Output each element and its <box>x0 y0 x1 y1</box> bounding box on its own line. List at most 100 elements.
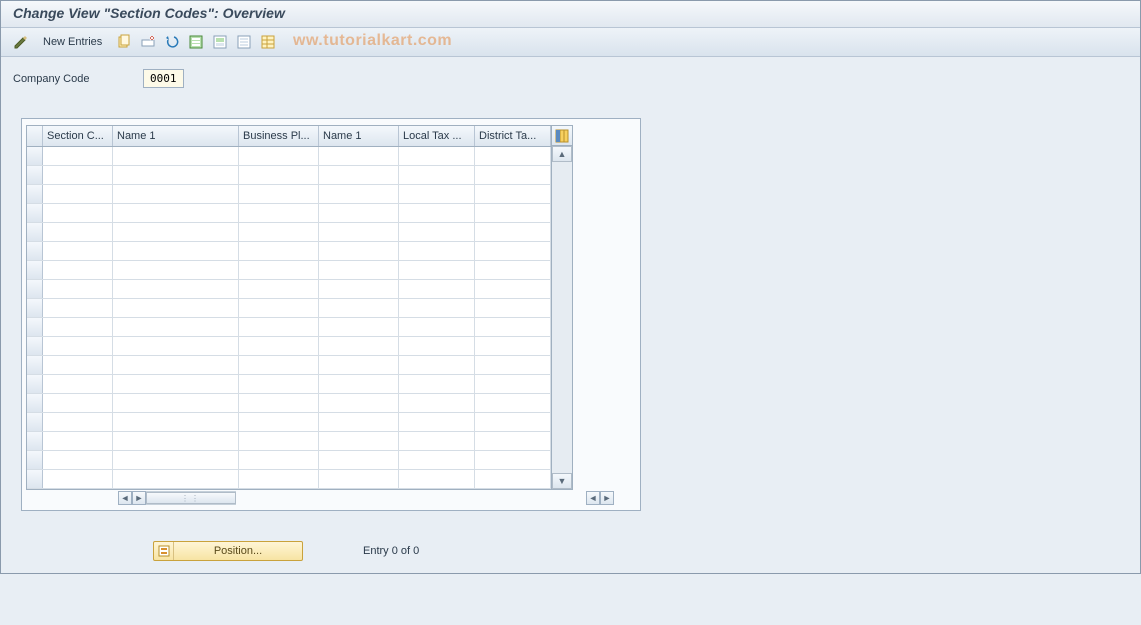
cell[interactable] <box>113 432 239 450</box>
cell[interactable] <box>113 337 239 355</box>
cell[interactable] <box>475 261 551 279</box>
select-all-icon[interactable] <box>186 32 206 52</box>
row-selector-header[interactable] <box>27 126 43 146</box>
cell[interactable] <box>475 337 551 355</box>
cell[interactable] <box>43 413 113 431</box>
cell[interactable] <box>475 147 551 165</box>
cell[interactable] <box>239 166 319 184</box>
cell[interactable] <box>43 470 113 488</box>
cell[interactable] <box>239 204 319 222</box>
cell[interactable] <box>43 147 113 165</box>
row-selector[interactable] <box>27 337 43 355</box>
cell[interactable] <box>319 280 399 298</box>
table-row[interactable] <box>27 470 551 489</box>
cell[interactable] <box>475 185 551 203</box>
new-entries-button[interactable]: New Entries <box>35 32 110 52</box>
cell[interactable] <box>239 299 319 317</box>
cell[interactable] <box>475 204 551 222</box>
cell[interactable] <box>239 413 319 431</box>
cell[interactable] <box>113 451 239 469</box>
cell[interactable] <box>399 356 475 374</box>
cell[interactable] <box>399 147 475 165</box>
col-header[interactable]: Local Tax ... <box>399 126 475 146</box>
scroll-left-end-icon[interactable]: ◄ <box>586 491 600 505</box>
table-row[interactable] <box>27 394 551 413</box>
table-row[interactable] <box>27 204 551 223</box>
row-selector[interactable] <box>27 356 43 374</box>
table-row[interactable] <box>27 413 551 432</box>
cell[interactable] <box>399 337 475 355</box>
col-header[interactable]: Section C... <box>43 126 113 146</box>
cell[interactable] <box>239 318 319 336</box>
cell[interactable] <box>43 375 113 393</box>
cell[interactable] <box>113 413 239 431</box>
cell[interactable] <box>475 166 551 184</box>
row-selector[interactable] <box>27 261 43 279</box>
table-row[interactable] <box>27 147 551 166</box>
cell[interactable] <box>319 147 399 165</box>
cell[interactable] <box>43 242 113 260</box>
cell[interactable] <box>239 470 319 488</box>
cell[interactable] <box>475 223 551 241</box>
cell[interactable] <box>319 166 399 184</box>
cell[interactable] <box>319 299 399 317</box>
cell[interactable] <box>475 394 551 412</box>
configure-columns-icon[interactable] <box>552 126 572 146</box>
cell[interactable] <box>399 394 475 412</box>
table-row[interactable] <box>27 261 551 280</box>
undo-icon[interactable] <box>162 32 182 52</box>
cell[interactable] <box>319 261 399 279</box>
cell[interactable] <box>319 242 399 260</box>
table-row[interactable] <box>27 166 551 185</box>
cell[interactable] <box>113 261 239 279</box>
cell[interactable] <box>399 185 475 203</box>
cell[interactable] <box>43 451 113 469</box>
cell[interactable] <box>43 185 113 203</box>
table-row[interactable] <box>27 242 551 261</box>
table-row[interactable] <box>27 280 551 299</box>
row-selector[interactable] <box>27 375 43 393</box>
cell[interactable] <box>239 223 319 241</box>
cell[interactable] <box>43 280 113 298</box>
cell[interactable] <box>475 356 551 374</box>
cell[interactable] <box>319 394 399 412</box>
table-row[interactable] <box>27 375 551 394</box>
scroll-up-icon[interactable]: ▲ <box>552 146 572 162</box>
cell[interactable] <box>113 394 239 412</box>
cell[interactable] <box>239 451 319 469</box>
cell[interactable] <box>475 299 551 317</box>
table-row[interactable] <box>27 451 551 470</box>
cell[interactable] <box>113 147 239 165</box>
cell[interactable] <box>319 451 399 469</box>
col-header[interactable]: District Ta... <box>475 126 551 146</box>
cell[interactable] <box>399 413 475 431</box>
cell[interactable] <box>319 223 399 241</box>
cell[interactable] <box>319 432 399 450</box>
position-button[interactable]: Position... <box>153 541 303 561</box>
cell[interactable] <box>399 166 475 184</box>
table-row[interactable] <box>27 318 551 337</box>
deselect-all-icon[interactable] <box>234 32 254 52</box>
vertical-scrollbar[interactable]: ▲ ▼ <box>552 146 572 489</box>
cell[interactable] <box>113 470 239 488</box>
cell[interactable] <box>475 318 551 336</box>
cell[interactable] <box>239 432 319 450</box>
cell[interactable] <box>399 204 475 222</box>
cell[interactable] <box>43 318 113 336</box>
cell[interactable] <box>319 470 399 488</box>
select-block-icon[interactable] <box>210 32 230 52</box>
row-selector[interactable] <box>27 242 43 260</box>
cell[interactable] <box>399 318 475 336</box>
cell[interactable] <box>319 413 399 431</box>
cell[interactable] <box>239 337 319 355</box>
cell[interactable] <box>113 356 239 374</box>
row-selector[interactable] <box>27 451 43 469</box>
cell[interactable] <box>399 223 475 241</box>
row-selector[interactable] <box>27 318 43 336</box>
row-selector[interactable] <box>27 299 43 317</box>
cell[interactable] <box>399 299 475 317</box>
cell[interactable] <box>399 261 475 279</box>
row-selector[interactable] <box>27 432 43 450</box>
row-selector[interactable] <box>27 413 43 431</box>
cell[interactable] <box>113 185 239 203</box>
